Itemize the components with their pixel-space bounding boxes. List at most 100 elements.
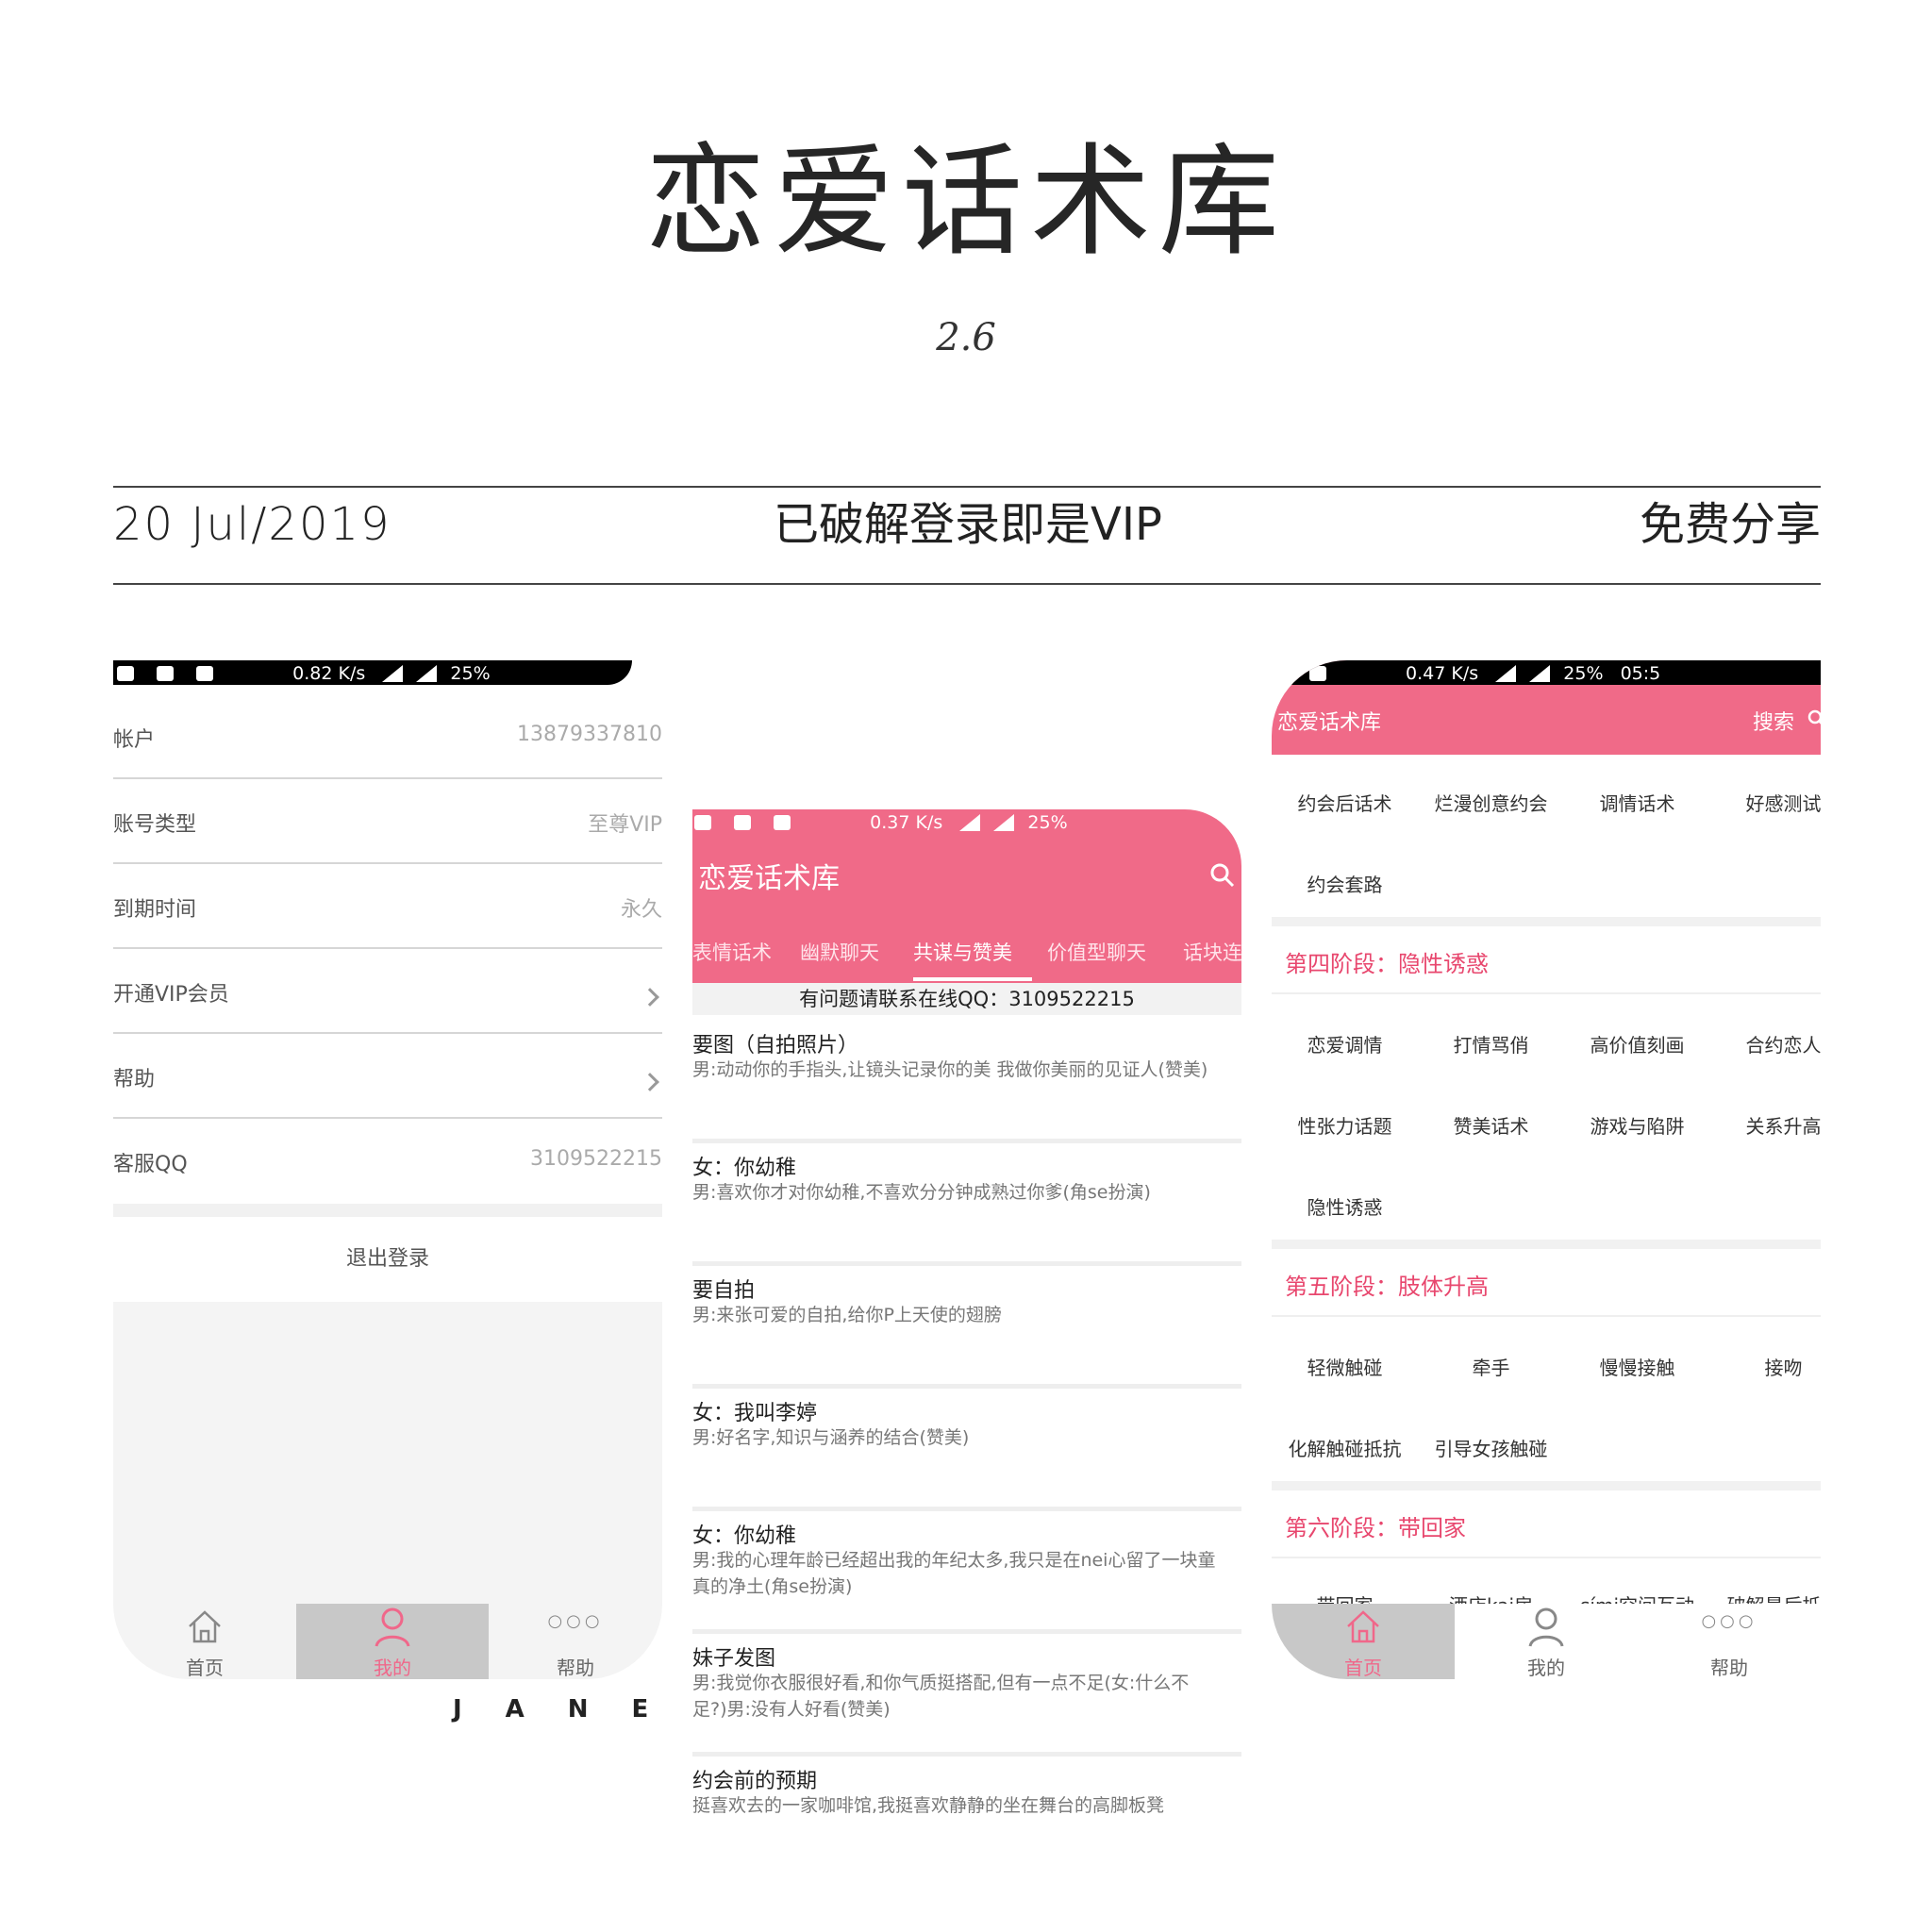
search-label[interactable]: 搜索 <box>1753 706 1794 736</box>
item-body: 男:来张可爱的自拍,给你P上天使的翅膀 <box>692 1305 1002 1325</box>
grid-item[interactable]: 轻微触碰 <box>1272 1353 1418 1380</box>
grid-item[interactable]: 接吻 <box>1710 1353 1821 1380</box>
tab-category[interactable]: 话块连 <box>1183 938 1241 966</box>
grid-item[interactable]: 约会套路 <box>1272 870 1418 897</box>
battery-level: 25% <box>450 662 491 684</box>
grid-item[interactable]: 恋爱调情 <box>1272 1030 1418 1058</box>
tab-home[interactable]: 首页 <box>1272 1604 1455 1679</box>
user-icon <box>1528 1607 1564 1647</box>
account-screen: 0.82 K/s 25% 帐户 13879337810 账号类型 至尊VIP 到… <box>113 660 662 1679</box>
row-label: 帐户 <box>113 728 156 752</box>
logout-button[interactable]: 退出登录 <box>113 1217 662 1302</box>
grid-item[interactable]: 合约恋人 <box>1710 1030 1822 1058</box>
grid-item[interactable]: 关系升高 <box>1710 1111 1822 1139</box>
item-title: 女：你幼稚 <box>692 1524 797 1548</box>
grid-item[interactable]: 引导女孩触碰 <box>1418 1434 1564 1461</box>
page-title: 恋爱话术库 <box>644 132 1287 273</box>
service-qq-row: 客服QQ 3109522215 <box>113 1119 662 1204</box>
open-vip-row[interactable]: 开通VIP会员 <box>113 949 662 1034</box>
chevron-right-icon <box>641 1073 659 1091</box>
grid-item[interactable]: 好感测试 <box>1710 789 1822 816</box>
row-label: 开通VIP会员 <box>113 983 229 1007</box>
tab-help[interactable]: ○○○ 帮助 <box>1638 1604 1821 1679</box>
search-icon[interactable] <box>1807 709 1821 728</box>
more-dots-icon: ○○○ <box>547 1611 604 1631</box>
row-value: 3109522215 <box>530 1147 662 1171</box>
row-value: 至尊VIP <box>588 813 662 837</box>
grid-item[interactable]: 化解触碰抵抗 <box>1272 1434 1418 1461</box>
tab-mine[interactable]: 我的 <box>296 1604 489 1679</box>
row-value: 13879337810 <box>517 723 662 746</box>
item-body: 男:我觉你衣服很好看,和你气质挺搭配,但有一点不足(女:什么不足?)男:没有人好… <box>692 1673 1190 1720</box>
notice-banner: 有问题请联系在线QQ：3109522215 <box>692 983 1241 1015</box>
account-row: 帐户 13879337810 <box>113 694 662 779</box>
tab-help[interactable]: ○○○ 帮助 <box>489 1604 662 1679</box>
item-body: 男:喜欢你才对你幼稚,不喜欢分分钟成熟过你爹(角se扮演) <box>692 1182 1151 1203</box>
list-item[interactable]: 女：你幼稚 男:喜欢你才对你幼稚,不喜欢分分钟成熟过你爹(角se扮演) <box>692 1151 1241 1266</box>
row-label: 帮助 <box>113 1068 156 1091</box>
item-title: 女：我叫李婷 <box>692 1402 818 1425</box>
list-item[interactable]: 约会前的预期 挺喜欢去的一家咖啡馆,我挺喜欢静静的坐在舞台的高脚板凳 <box>692 1764 1241 1828</box>
item-title: 要图（自拍照片） <box>692 1034 859 1058</box>
section-gap <box>113 1204 662 1217</box>
tab-home[interactable]: 首页 <box>113 1604 296 1679</box>
grid-item[interactable]: 烂漫创意约会 <box>1418 789 1564 816</box>
date-label: 20 Jul/2019 <box>113 498 391 551</box>
item-title: 妹子发图 <box>692 1647 776 1671</box>
list-item[interactable]: 要图（自拍照片） 男:动动你的手指头,让镜头记录你的美 我做你美丽的见证人(赞美… <box>692 1028 1241 1143</box>
home-icon <box>1347 1610 1379 1643</box>
list-item[interactable]: 女：你幼稚 男:我的心理年龄已经超出我的年纪太多,我只是在nei心留了一块童真的… <box>692 1519 1241 1634</box>
issue-number: 2.6 <box>936 316 996 359</box>
section-gap <box>1272 1240 1821 1249</box>
tab-label: 帮助 <box>557 1657 594 1679</box>
grid-item[interactable]: 隐性诱惑 <box>1272 1192 1418 1220</box>
signal-icon <box>1495 664 1517 682</box>
tab-category-active[interactable]: 共谋与赞美 <box>913 938 1012 966</box>
list-item[interactable]: 要自拍 男:来张可爱的自拍,给你P上天使的翅膀 <box>692 1274 1241 1389</box>
tab-category[interactable]: 幽默聊天 <box>800 938 879 966</box>
tagline: 已破解登录即是VIP <box>774 498 1162 551</box>
battery-level: 25% <box>1563 662 1604 684</box>
tab-category[interactable]: 表情话术 <box>692 938 772 966</box>
grid-item[interactable]: 高价值刻画 <box>1564 1030 1710 1058</box>
signal-icon <box>416 664 438 682</box>
app-title: 恋爱话术库 <box>1277 711 1382 735</box>
net-speed: 0.47 K/s <box>1406 662 1479 684</box>
signal-icon <box>1529 664 1551 682</box>
list-item[interactable]: 妹子发图 男:我觉你衣服很好看,和你气质挺搭配,但有一点不足(女:什么不足?)男… <box>692 1641 1241 1757</box>
row-label: 账号类型 <box>113 813 197 837</box>
item-title: 约会前的预期 <box>692 1770 818 1793</box>
row-label: 到期时间 <box>113 898 197 922</box>
grid-item[interactable]: 性张力话题 <box>1272 1111 1418 1139</box>
chevron-right-icon <box>641 988 659 1007</box>
grid-item[interactable]: 约会后话术 <box>1272 789 1418 816</box>
app-icon <box>1309 665 1326 681</box>
status-bar: 0.82 K/s 25% <box>113 660 632 685</box>
help-row[interactable]: 帮助 <box>113 1034 662 1119</box>
user-icon <box>375 1607 410 1647</box>
tab-label: 我的 <box>374 1657 411 1679</box>
grid-item[interactable]: 游戏与陷阱 <box>1564 1111 1710 1139</box>
bottom-tab-bar: 首页 我的 ○○○ 帮助 <box>113 1604 662 1679</box>
list-item[interactable]: 女：我叫李婷 男:好名字,知识与涵养的结合(赞美) <box>692 1396 1241 1511</box>
grid-item[interactable]: 慢慢接触 <box>1564 1353 1710 1380</box>
item-title: 要自拍 <box>692 1279 756 1303</box>
app-icon <box>196 665 214 681</box>
tab-mine[interactable]: 我的 <box>1455 1604 1638 1679</box>
grid-item[interactable]: 赞美话术 <box>1418 1111 1564 1139</box>
bottom-divider <box>113 583 1821 585</box>
tab-category[interactable]: 价值型聊天 <box>1047 938 1146 966</box>
chat-screen: 0.37 K/s 25% 恋爱话术库 表情话术 幽默聊天 共谋与赞美 价值型聊天… <box>692 809 1241 1828</box>
account-type-row: 账号类型 至尊VIP <box>113 779 662 864</box>
grid-item[interactable]: 打情骂俏 <box>1418 1030 1564 1058</box>
section-gap <box>1272 1481 1821 1491</box>
grid-item[interactable]: 调情话术 <box>1564 789 1710 816</box>
clock: 05:5 <box>1620 662 1661 684</box>
expiry-row: 到期时间 永久 <box>113 864 662 949</box>
more-dots-icon: ○○○ <box>1701 1611 1757 1631</box>
category-tabs: 表情话术 幽默聊天 共谋与赞美 价值型聊天 话块连 <box>692 809 1241 989</box>
grid-item[interactable]: 牵手 <box>1418 1353 1564 1380</box>
item-body: 男:好名字,知识与涵养的结合(赞美) <box>692 1427 970 1448</box>
divider <box>1272 992 1821 994</box>
tab-label: 首页 <box>1344 1657 1382 1679</box>
